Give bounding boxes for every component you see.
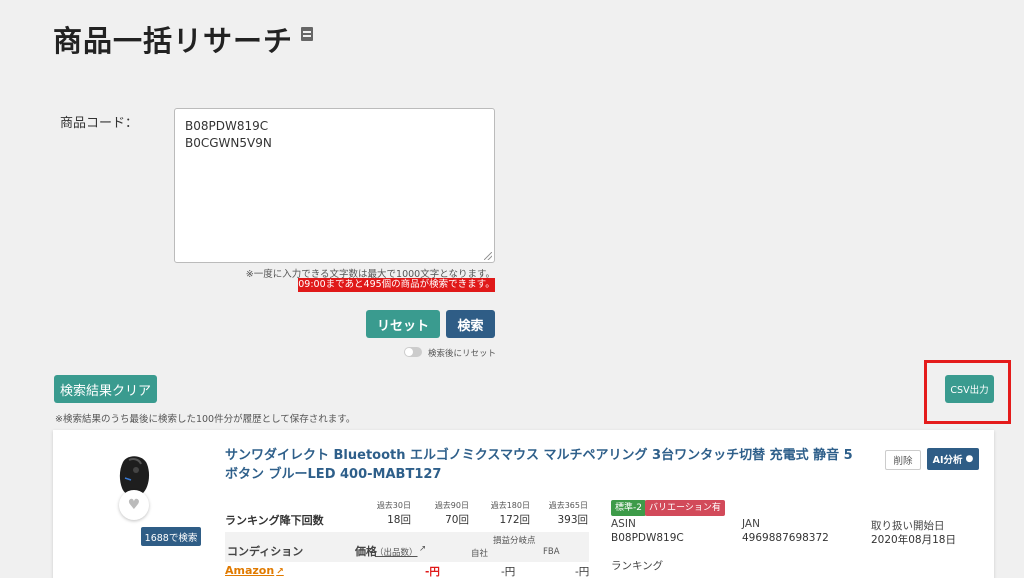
- fba-header: FBA: [543, 547, 560, 557]
- ranking-drop-value: 172回: [499, 514, 530, 526]
- product-card: ♥ 1688で検索 サンワダイレクト Bluetooth エルゴノミクスマウス …: [53, 430, 994, 578]
- clear-results-button[interactable]: 検索結果クリア: [54, 375, 157, 403]
- reset-button[interactable]: リセット: [366, 310, 440, 338]
- ranking-drop-value: 18回: [387, 514, 411, 526]
- start-date-label: 取り扱い開始日: [871, 520, 945, 532]
- ranking-period: 過去90日: [434, 501, 469, 510]
- ai-icon: ●: [965, 454, 974, 464]
- code-line: B08PDW819C: [185, 119, 269, 133]
- product-code-label: 商品コード：: [60, 116, 139, 131]
- code-line: B0CGWN5V9N: [185, 136, 272, 150]
- amazon-price: -円: [425, 566, 440, 578]
- condition-header: コンディション: [227, 545, 304, 558]
- amazon-self-breakeven: -円: [501, 566, 516, 578]
- asin-value: B08PDW819C: [611, 532, 684, 544]
- history-note: ※検索結果のうち最後に検索した100件分が履歴として保存されます。: [55, 414, 356, 425]
- variation-tag: バリエーション有: [645, 500, 725, 516]
- book-icon[interactable]: [301, 27, 314, 41]
- amazon-link[interactable]: Amazon ↗: [225, 564, 284, 577]
- start-date-value: 2020年08月18日: [871, 534, 956, 546]
- ranking-label: ランキング: [611, 560, 664, 572]
- jan-label: JAN: [742, 518, 760, 530]
- listing-count-header[interactable]: （出品数）: [375, 546, 418, 558]
- remaining-search-alert: 09:00まであと495個の商品が検索できます。: [298, 278, 495, 292]
- self-ship-header: 自社: [471, 549, 489, 559]
- ai-analysis-button[interactable]: AI分析 ●: [927, 448, 979, 470]
- page-title: 商品一括リサーチ: [53, 18, 314, 60]
- external-link-icon: ↗: [419, 544, 427, 554]
- toggle-label: 検索後にリセット: [428, 349, 497, 359]
- product-title-link[interactable]: サンワダイレクト Bluetooth エルゴノミクスマウス マルチペアリング 3…: [225, 446, 865, 484]
- ai-label: AI分析: [932, 455, 963, 466]
- breakeven-header: 損益分岐点: [493, 536, 536, 546]
- ranking-period: 過去365日: [548, 501, 588, 510]
- ranking-drop-value: 393回: [557, 514, 588, 526]
- ranking-drop-label: ランキング降下回数: [225, 514, 324, 527]
- size-tag: 標準-2: [611, 500, 646, 516]
- resize-grip-icon[interactable]: [484, 252, 492, 260]
- product-code-textarea[interactable]: B08PDW819C B0CGWN5V9N: [174, 108, 495, 263]
- price-header: 価格: [355, 545, 377, 558]
- asin-label: ASIN: [611, 518, 636, 530]
- delete-button[interactable]: 削除: [885, 450, 921, 470]
- jan-value: 4969887698372: [742, 532, 829, 544]
- favorite-heart-icon[interactable]: ♥: [119, 490, 149, 520]
- csv-export-button[interactable]: CSV出力: [945, 375, 994, 403]
- search-1688-button[interactable]: 1688で検索: [141, 527, 201, 546]
- amazon-fba-breakeven: -円: [575, 566, 590, 578]
- ranking-drop-value: 70回: [445, 514, 469, 526]
- ranking-period: 過去30日: [376, 501, 411, 510]
- ranking-period: 過去180日: [490, 501, 530, 510]
- search-button[interactable]: 検索: [446, 310, 495, 338]
- reset-after-search-toggle[interactable]: [404, 347, 422, 357]
- external-link-icon: ↗: [276, 567, 284, 577]
